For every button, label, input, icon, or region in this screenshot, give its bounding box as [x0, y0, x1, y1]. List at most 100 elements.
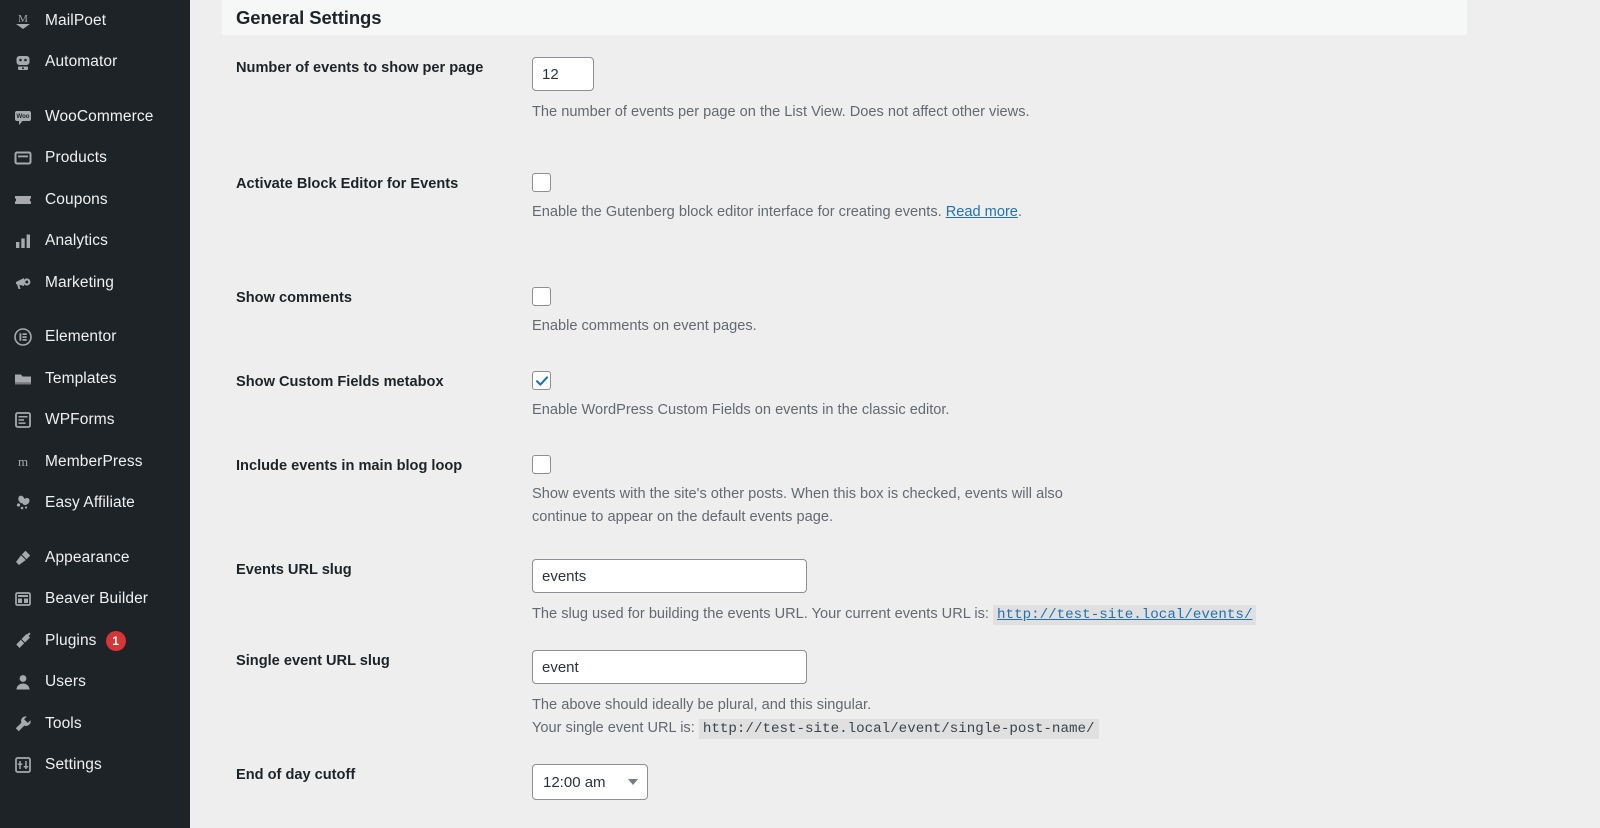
sidebar-item-tools[interactable]: Tools	[0, 703, 190, 745]
desc-block-editor: Enable the Gutenberg block editor interf…	[532, 201, 1022, 224]
products-icon	[8, 148, 38, 168]
sidebar-item-products[interactable]: Products	[0, 138, 190, 180]
main-content: General Settings Number of events to sho…	[190, 0, 1600, 828]
events-url-link[interactable]: http://test-site.local/events/	[997, 607, 1252, 623]
label-events-per-page: Number of events to show per page	[236, 57, 516, 79]
label-blog-loop: Include events in main blog loop	[236, 455, 516, 477]
sidebar-item-easy-affiliate[interactable]: Easy Affiliate	[0, 483, 190, 525]
desc-events-per-page: The number of events per page on the Lis…	[532, 101, 1030, 124]
desc-blog-loop: Show events with the site's other posts.…	[532, 483, 1080, 529]
end-of-day-select-wrapper: 12:00 am1:00 am2:00 am3:00 am4:00 am5:00…	[532, 764, 648, 800]
desc-events-slug-text: The slug used for building the events UR…	[532, 606, 989, 622]
read-more-link[interactable]: Read more	[946, 204, 1018, 220]
field-custom-fields: Enable WordPress Custom Fields on events…	[532, 371, 949, 422]
sidebar-item-coupons[interactable]: Coupons	[0, 179, 190, 221]
label-end-of-day: End of day cutoff	[236, 764, 516, 786]
marketing-icon	[8, 273, 38, 293]
plugins-icon	[8, 631, 38, 651]
show-comments-checkbox[interactable]	[532, 287, 551, 306]
blog-loop-checkbox[interactable]	[532, 455, 551, 474]
label-show-comments: Show comments	[236, 287, 516, 309]
desc-single-slug-line2: Your single event URL is: http://test-si…	[532, 717, 1099, 741]
users-icon	[8, 672, 38, 692]
automator-icon	[8, 52, 38, 72]
field-block-editor: Enable the Gutenberg block editor interf…	[532, 173, 1022, 224]
coupons-icon	[8, 190, 38, 210]
single-slug-input[interactable]	[532, 650, 807, 684]
events-per-page-input[interactable]	[532, 57, 594, 91]
sidebar-item-automator[interactable]: Automator	[0, 42, 190, 84]
desc-custom-fields: Enable WordPress Custom Fields on events…	[532, 399, 949, 422]
sidebar-item-label: Plugins	[45, 632, 97, 650]
sidebar-item-beaver-builder[interactable]: Beaver Builder	[0, 579, 190, 621]
sidebar-item-label: Settings	[45, 756, 102, 774]
sidebar-item-label: MailPoet	[45, 12, 106, 30]
sidebar-item-label: Products	[45, 149, 107, 167]
easy-affiliate-icon	[8, 493, 38, 513]
sidebar-item-elementor[interactable]: Elementor	[0, 317, 190, 359]
sidebar-item-label: Coupons	[45, 191, 108, 209]
field-end-of-day: 12:00 am1:00 am2:00 am3:00 am4:00 am5:00…	[532, 764, 648, 800]
page-title: General Settings	[236, 7, 381, 29]
end-of-day-select[interactable]: 12:00 am1:00 am2:00 am3:00 am4:00 am5:00…	[532, 764, 648, 800]
events-slug-input[interactable]	[532, 559, 807, 593]
sidebar-item-label: MemberPress	[45, 453, 143, 471]
mailpoet-icon: M	[8, 11, 38, 31]
sidebar-item-label: Elementor	[45, 328, 117, 346]
sidebar-item-plugins[interactable]: Plugins 1	[0, 620, 190, 662]
svg-text:Woo: Woo	[17, 114, 30, 120]
admin-sidebar: M MailPoet Automator Woo WooCommerce Products…	[0, 0, 190, 828]
field-blog-loop: Show events with the site's other posts.…	[532, 455, 1080, 529]
sidebar-item-users[interactable]: Users	[0, 662, 190, 704]
label-events-slug: Events URL slug	[236, 559, 516, 581]
svg-text:M: M	[18, 13, 28, 25]
elementor-icon	[8, 327, 38, 347]
field-events-per-page: The number of events per page on the Lis…	[532, 57, 1030, 124]
sidebar-item-label: Beaver Builder	[45, 590, 148, 608]
svg-text:m: m	[18, 454, 28, 469]
block-editor-checkbox[interactable]	[532, 173, 551, 192]
appearance-icon	[8, 548, 38, 568]
desc-single-slug-text: Your single event URL is:	[532, 720, 695, 736]
sidebar-item-wpforms[interactable]: WPForms	[0, 400, 190, 442]
wordpress-admin-screen: M MailPoet Automator Woo WooCommerce Products…	[0, 0, 1600, 828]
field-events-slug: The slug used for building the events UR…	[532, 559, 1256, 627]
checkmark-icon	[535, 374, 549, 388]
sidebar-item-appearance[interactable]: Appearance	[0, 537, 190, 579]
wpforms-icon	[8, 410, 38, 430]
label-block-editor: Activate Block Editor for Events	[236, 173, 516, 195]
settings-icon	[8, 755, 38, 775]
sidebar-item-templates[interactable]: Templates	[0, 358, 190, 400]
sidebar-item-settings[interactable]: Settings	[0, 745, 190, 787]
custom-fields-checkbox[interactable]	[532, 371, 551, 390]
sidebar-item-label: Analytics	[45, 232, 108, 250]
memberpress-icon: m	[8, 452, 38, 472]
sidebar-item-mailpoet[interactable]: M MailPoet	[0, 0, 190, 42]
desc-block-editor-suffix: .	[1018, 204, 1022, 220]
tools-icon	[8, 714, 38, 734]
beaver-builder-icon	[8, 589, 38, 609]
field-show-comments: Enable comments on event pages.	[532, 287, 757, 338]
single-event-url-code: http://test-site.local/event/single-post…	[699, 719, 1099, 739]
woocommerce-icon: Woo	[8, 107, 38, 127]
desc-events-slug: The slug used for building the events UR…	[532, 603, 1256, 627]
sidebar-item-label: Users	[45, 673, 86, 691]
sidebar-item-analytics[interactable]: Analytics	[0, 221, 190, 263]
events-url-code: http://test-site.local/events/	[993, 605, 1256, 625]
analytics-icon	[8, 231, 38, 251]
sidebar-item-label: WPForms	[45, 411, 115, 429]
sidebar-item-label: Marketing	[45, 274, 114, 292]
sidebar-item-label: Easy Affiliate	[45, 494, 135, 512]
sidebar-item-woocommerce[interactable]: Woo WooCommerce	[0, 96, 190, 138]
desc-single-slug-line1: The above should ideally be plural, and …	[532, 694, 1099, 717]
sidebar-item-label: Tools	[45, 715, 82, 733]
sidebar-item-memberpress[interactable]: m MemberPress	[0, 441, 190, 483]
desc-block-editor-text: Enable the Gutenberg block editor interf…	[532, 204, 946, 220]
label-single-slug: Single event URL slug	[236, 650, 516, 672]
sidebar-item-marketing[interactable]: Marketing	[0, 262, 190, 304]
sidebar-item-label: Automator	[45, 53, 117, 71]
label-custom-fields: Show Custom Fields metabox	[236, 371, 516, 393]
sidebar-item-label: WooCommerce	[45, 108, 153, 126]
sidebar-item-badge: 1	[106, 631, 126, 651]
desc-show-comments: Enable comments on event pages.	[532, 315, 757, 338]
